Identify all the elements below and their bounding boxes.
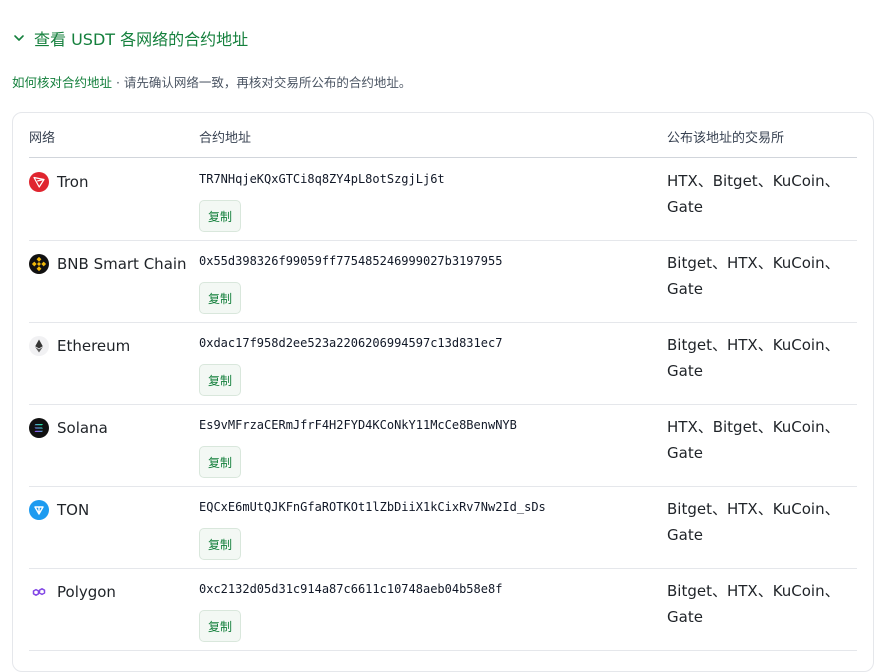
solana-icon: [29, 418, 49, 438]
network-cell: Tron: [29, 172, 88, 192]
column-header-exchanges: 公布该地址的交易所: [667, 131, 785, 146]
network-name: Polygon: [57, 583, 116, 601]
bnb-icon: [29, 254, 49, 274]
copy-button[interactable]: 复制: [199, 446, 241, 478]
copy-button[interactable]: 复制: [199, 200, 241, 232]
table-header: 网络 合约地址 公布该地址的交易所: [29, 113, 857, 158]
exchange-list: HTX、Bitget、KuCoin、Gate: [667, 172, 840, 216]
exchange-list: HTX、Bitget、KuCoin、Gate: [667, 418, 840, 462]
hint-text: · 请先确认网络一致，再核对交易所公布的合约地址。: [112, 75, 412, 90]
contract-address: Es9vMFrzaCERmJfrF4H2FYD4KCoNkY11McCe8Ben…: [199, 418, 517, 432]
table-row: BNB Smart Chain 0x55d398326f99059ff77548…: [29, 240, 857, 323]
toggle-label: 查看 USDT 各网络的合约地址: [34, 30, 249, 49]
column-header-address: 合约地址: [199, 131, 252, 146]
exchange-list: Bitget、HTX、KuCoin、Gate: [667, 336, 840, 380]
exchange-list: Bitget、HTX、KuCoin、Gate: [667, 500, 840, 544]
copy-button[interactable]: 复制: [199, 364, 241, 396]
network-cell: Solana: [29, 418, 108, 438]
contract-address-toggle[interactable]: 查看 USDT 各网络的合约地址: [12, 26, 248, 50]
contract-address: TR7NHqjeKQxGTCi8q8ZY4pL8otSzgjLj6t: [199, 172, 445, 186]
table-row: Tron TR7NHqjeKQxGTCi8q8ZY4pL8otSzgjLj6t …: [29, 158, 857, 241]
table-row: Solana Es9vMFrzaCERmJfrF4H2FYD4KCoNkY11M…: [29, 404, 857, 487]
exchange-list: Bitget、HTX、KuCoin、Gate: [667, 254, 840, 298]
table-row: Ethereum 0xdac17f958d2ee523a220620699459…: [29, 322, 857, 405]
network-cell: Polygon: [29, 582, 116, 602]
network-name: Solana: [57, 419, 108, 437]
contract-address-table: 网络 合约地址 公布该地址的交易所 Tron TR7NHqjeKQxGTCi8q…: [12, 112, 874, 672]
ton-icon: [29, 500, 49, 520]
network-cell: TON: [29, 500, 89, 520]
contract-address: 0x55d398326f99059ff775485246999027b31979…: [199, 254, 503, 268]
contract-address: 0xc2132d05d31c914a87c6611c10748aeb04b58e…: [199, 582, 503, 596]
network-name: Ethereum: [57, 337, 131, 355]
network-cell: Ethereum: [29, 336, 130, 356]
network-name: Tron: [57, 173, 89, 191]
copy-button[interactable]: 复制: [199, 528, 241, 560]
tron-icon: [29, 172, 49, 192]
table-row: Polygon 0xc2132d05d31c914a87c6611c10748a…: [29, 568, 857, 651]
polygon-icon: [29, 582, 49, 602]
chevron-down-icon: [14, 35, 24, 41]
column-header-network: 网络: [29, 131, 56, 146]
contract-address: EQCxE6mUtQJKFnGfaROTKOt1lZbDiiX1kCixRv7N…: [199, 500, 546, 514]
ethereum-icon: [29, 336, 49, 356]
contract-address: 0xdac17f958d2ee523a2206206994597c13d831e…: [199, 336, 503, 350]
copy-button[interactable]: 复制: [199, 282, 241, 314]
hint-text-line: 如何核对合约地址 · 请先确认网络一致，再核对交易所公布的合约地址。: [12, 72, 411, 91]
exchange-list: Bitget、HTX、KuCoin、Gate: [667, 582, 840, 626]
table-row: TON EQCxE6mUtQJKFnGfaROTKOt1lZbDiiX1kCix…: [29, 486, 857, 569]
how-to-verify-link[interactable]: 如何核对合约地址: [12, 75, 112, 90]
network-name: TON: [57, 501, 90, 519]
network-cell: BNB Smart Chain: [29, 254, 187, 274]
network-name: BNB Smart Chain: [57, 255, 187, 273]
copy-button[interactable]: 复制: [199, 610, 241, 642]
